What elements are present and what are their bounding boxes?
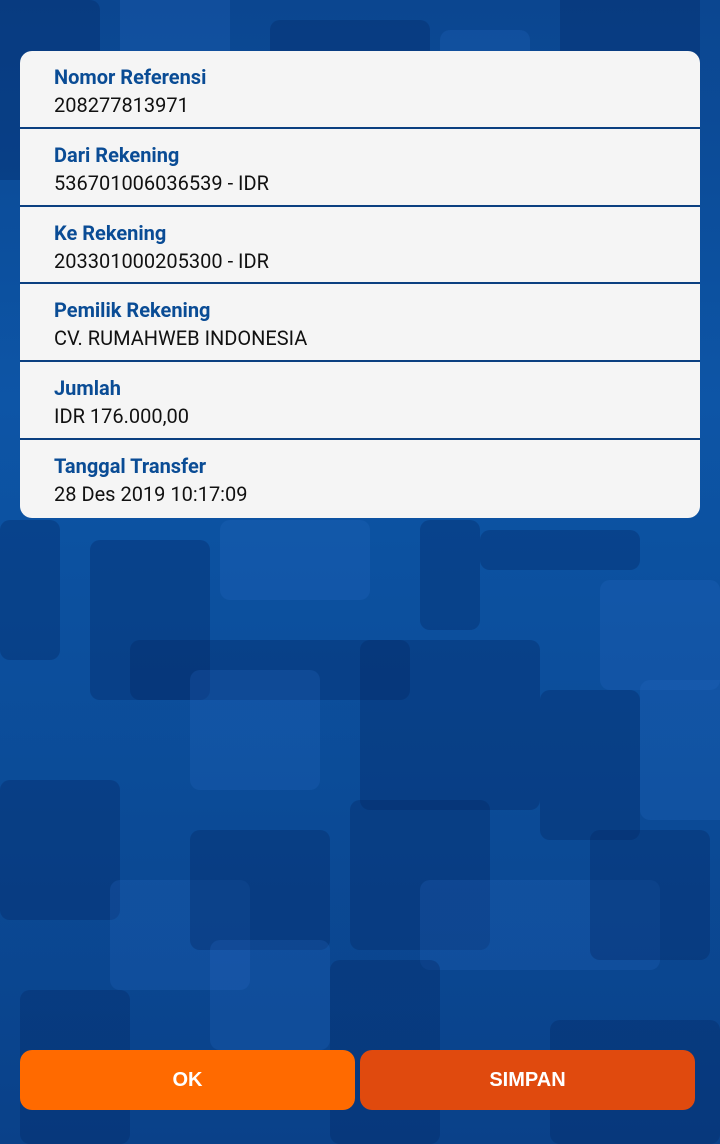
account-owner-label: Pemilik Rekening — [54, 298, 211, 323]
save-button[interactable]: SIMPAN — [360, 1050, 695, 1110]
source-account-value: 536701006036539 - IDR — [54, 170, 269, 195]
reference-number-value: 208277813971 — [54, 93, 189, 117]
reference-number-row: Nomor Referensi 208277813971 — [20, 51, 700, 129]
destination-account-label: Ke Rekening — [54, 220, 167, 245]
amount-value: IDR 176.000,00 — [54, 404, 189, 429]
source-account-row: Dari Rekening 536701006036539 - IDR — [20, 129, 700, 207]
transfer-receipt-card: Nomor Referensi 208277813971 Dari Rekeni… — [20, 51, 700, 518]
transfer-date-value: 28 Des 2019 10:17:09 — [54, 481, 248, 506]
account-owner-value: CV. RUMAHWEB INDONESIA — [54, 326, 308, 351]
amount-label: Jumlah — [54, 376, 121, 401]
account-owner-row: Pemilik Rekening CV. RUMAHWEB INDONESIA — [20, 284, 700, 363]
destination-account-row: Ke Rekening 203301000205300 - IDR — [20, 207, 700, 285]
reference-number-label: Nomor Referensi — [54, 65, 207, 89]
transfer-date-row: Tanggal Transfer 28 Des 2019 10:17:09 — [20, 440, 700, 518]
destination-account-value: 203301000205300 - IDR — [54, 248, 269, 273]
amount-row: Jumlah IDR 176.000,00 — [20, 362, 700, 440]
transfer-date-label: Tanggal Transfer — [54, 453, 207, 478]
ok-button[interactable]: OK — [20, 1050, 355, 1110]
source-account-label: Dari Rekening — [54, 142, 180, 167]
